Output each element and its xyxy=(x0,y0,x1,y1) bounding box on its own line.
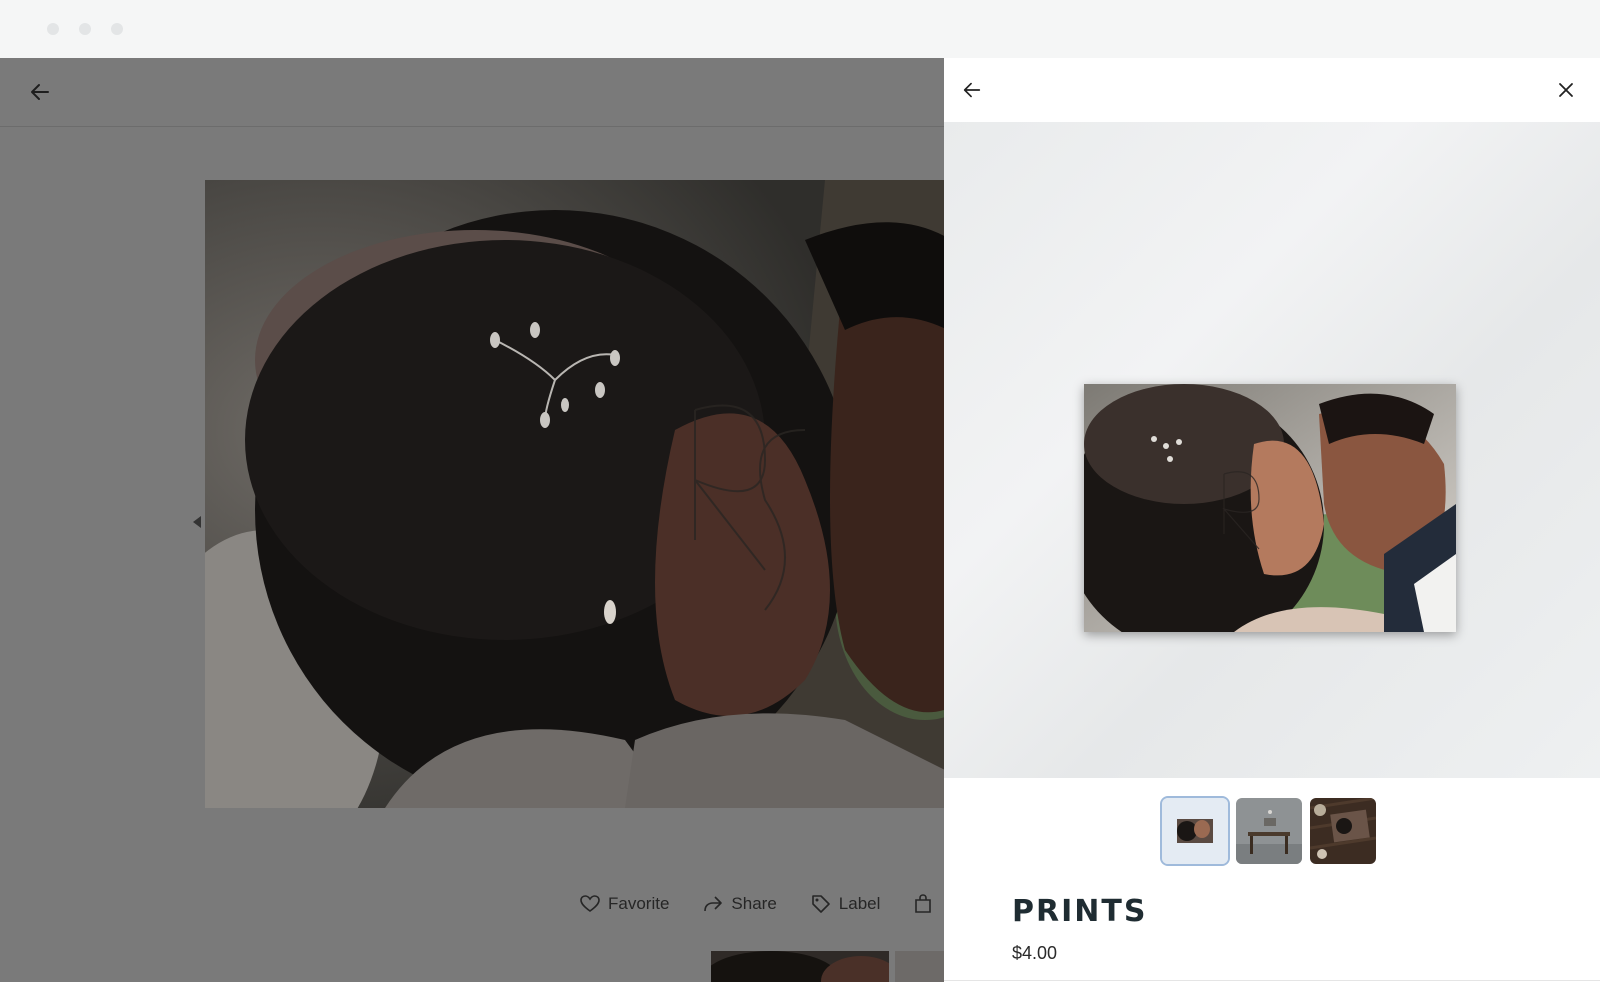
panel-back-button[interactable] xyxy=(952,70,992,110)
window-titlebar xyxy=(0,0,1600,58)
product-price: $4.00 xyxy=(1012,943,1058,963)
thumbnail-print-preview[interactable] xyxy=(1162,798,1228,864)
thumbnail-desk-room[interactable] xyxy=(1236,798,1302,864)
main-photo xyxy=(205,180,944,808)
print-preview-thumbnail-image xyxy=(1162,798,1228,864)
product-panel: PRINTS $4.00 xyxy=(944,58,1600,982)
product-preview xyxy=(944,122,1600,778)
share-label: Share xyxy=(731,894,777,913)
window-maximize-dot[interactable] xyxy=(111,23,123,35)
previous-photo-button[interactable] xyxy=(190,510,204,534)
panel-close-button[interactable] xyxy=(1546,70,1586,110)
window-minimize-dot[interactable] xyxy=(79,23,91,35)
couple-photo-image xyxy=(205,180,944,808)
desk-room-thumbnail-image xyxy=(1236,798,1302,864)
wood-table-thumbnail-image xyxy=(1310,798,1376,864)
arrow-left-icon xyxy=(963,82,981,98)
share-button[interactable]: Share xyxy=(703,894,777,914)
arrow-left-icon xyxy=(31,84,49,100)
photo-viewer: Favorite Share Label xyxy=(0,58,944,982)
viewer-header xyxy=(0,58,944,127)
print-mockup xyxy=(1084,384,1456,632)
thumbnail-wood-table[interactable] xyxy=(1310,798,1376,864)
heart-icon xyxy=(580,895,600,912)
share-icon xyxy=(704,896,723,912)
filmstrip-thumbnail[interactable] xyxy=(711,951,889,982)
panel-header xyxy=(944,58,1600,122)
viewer-back-button[interactable] xyxy=(20,72,60,112)
print-mockup-image xyxy=(1084,384,1456,632)
filmstrip-photo-image xyxy=(711,951,889,982)
panel-divider xyxy=(944,980,1600,981)
shopping-bag-icon xyxy=(915,894,932,913)
product-thumbnails xyxy=(1162,798,1376,864)
window-close-dot[interactable] xyxy=(47,23,59,35)
filmstrip-thumbnail-2[interactable] xyxy=(895,951,944,982)
close-icon xyxy=(1559,83,1573,97)
photo-actions-bar: Favorite Share Label xyxy=(580,894,944,914)
favorite-button[interactable]: Favorite xyxy=(580,894,669,914)
caret-left-icon xyxy=(193,516,201,528)
label-button[interactable]: Label xyxy=(811,894,881,914)
label-label: Label xyxy=(838,894,881,913)
product-title: PRINTS xyxy=(1012,894,1148,929)
favorite-label: Favorite xyxy=(608,894,670,913)
buy-button[interactable] xyxy=(914,894,932,914)
tag-icon xyxy=(811,895,830,913)
